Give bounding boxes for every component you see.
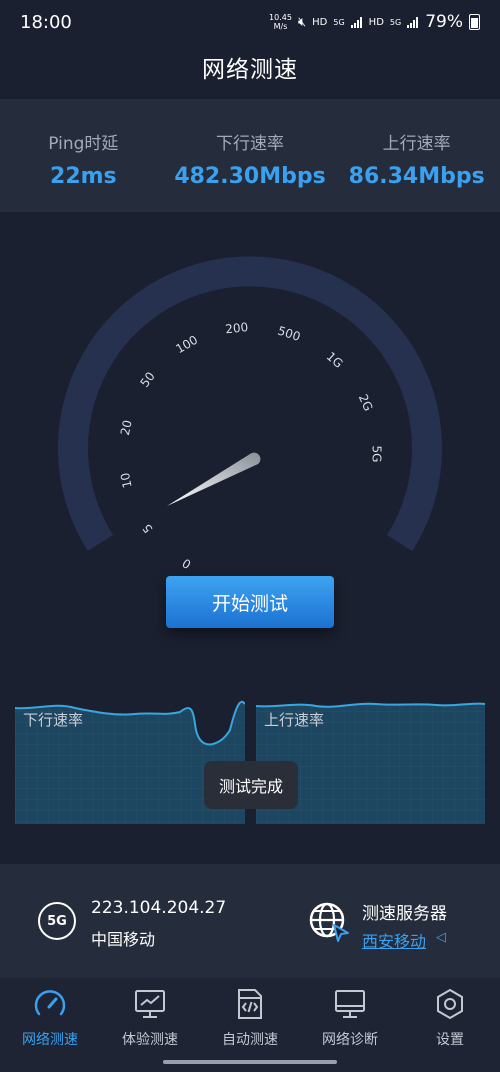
gauge-tick-label: 500 (276, 324, 302, 344)
ping-label: Ping时延 (48, 134, 119, 154)
status-bar: 18:00 10.45 M/s 🔇︎ HD 5G HD 5G 79% (0, 0, 500, 44)
gauge-tick-label: 2G (356, 392, 376, 413)
status-icons: 10.45 M/s 🔇︎ HD 5G HD 5G 79% (269, 12, 480, 32)
nav-item-experience-test[interactable]: 体验测速 (100, 978, 200, 1072)
nav-item-settings[interactable]: 设置 (400, 978, 500, 1072)
network-speed-indicator: 10.45 M/s (269, 13, 292, 31)
upload-value: 86.34Mbps (348, 164, 485, 189)
upload-label: 上行速率 (382, 134, 451, 154)
server-select-link[interactable]: 西安移动 (362, 928, 426, 952)
carrier-name: 中国移动 (91, 930, 156, 949)
home-indicator[interactable] (163, 1060, 337, 1064)
hd-badge: HD (312, 16, 328, 28)
mute-icon: 🔇︎ (297, 14, 307, 30)
ping-stat: Ping时延 22ms (0, 99, 167, 212)
nav-item-speed-test[interactable]: 网络测速 (0, 978, 100, 1072)
start-test-button[interactable]: 开始测试 (166, 576, 334, 628)
hexagon-settings-icon (437, 988, 463, 1020)
5g-network-icon: 5G (38, 902, 76, 940)
signal-icon (407, 16, 419, 28)
network-type-badge: 5G (389, 17, 402, 27)
gauge-tick-label: 50 (138, 369, 158, 390)
gauge-tick-label: 5G (370, 446, 384, 463)
download-label: 下行速率 (216, 134, 284, 154)
speedometer-icon (34, 990, 66, 1016)
gauge-tick-label: 100 (173, 333, 200, 357)
page-title: 网络测速 (202, 57, 298, 83)
nav-item-auto-test[interactable]: 自动测速 (200, 978, 300, 1072)
globe-cursor-icon (309, 902, 349, 942)
gauge-tick-label: 20 (118, 419, 135, 437)
ping-value: 22ms (50, 164, 117, 189)
hd-badge: HD (368, 16, 384, 28)
upload-stat: 上行速率 86.34Mbps (333, 99, 500, 212)
desktop-icon (335, 990, 365, 1018)
gauge-tick-label: 10 (118, 471, 135, 489)
download-value: 482.30Mbps (174, 164, 326, 189)
gauge-tick-label: 5 (140, 521, 156, 535)
signal-icon (350, 16, 363, 28)
speed-gauge: 0 5 10 20 50 100 200 500 1G 2G 5G (58, 256, 442, 570)
bottom-nav: 网络测速 体验测速 自动测速 网络诊断 设置 (0, 978, 500, 1072)
gauge-tick-label: 1G (324, 349, 346, 371)
upload-chart-label: 上行速率 (264, 711, 325, 729)
gauge-needle (167, 452, 261, 506)
gauge-tick-label: 0 (180, 556, 194, 570)
gauge-tick-label: 200 (225, 320, 249, 336)
battery-icon (469, 14, 480, 30)
test-complete-toast: 测试完成 (204, 761, 298, 809)
monitor-chart-icon (135, 990, 165, 1018)
nav-item-network-diagnosis[interactable]: 网络诊断 (300, 978, 400, 1072)
download-chart-label: 下行速率 (23, 711, 84, 729)
caret-left-icon[interactable]: ◁ (436, 930, 446, 945)
code-file-icon (238, 989, 262, 1019)
network-type-badge: 5G (333, 17, 345, 27)
ip-address: 223.104.204.27 (91, 898, 227, 918)
server-title: 测速服务器 (362, 904, 447, 924)
stats-panel: Ping时延 22ms 下行速率 482.30Mbps 上行速率 86.34Mb… (0, 99, 500, 212)
battery-percent: 79% (425, 12, 463, 32)
download-stat: 下行速率 482.30Mbps (167, 99, 334, 212)
status-time: 18:00 (20, 11, 72, 33)
